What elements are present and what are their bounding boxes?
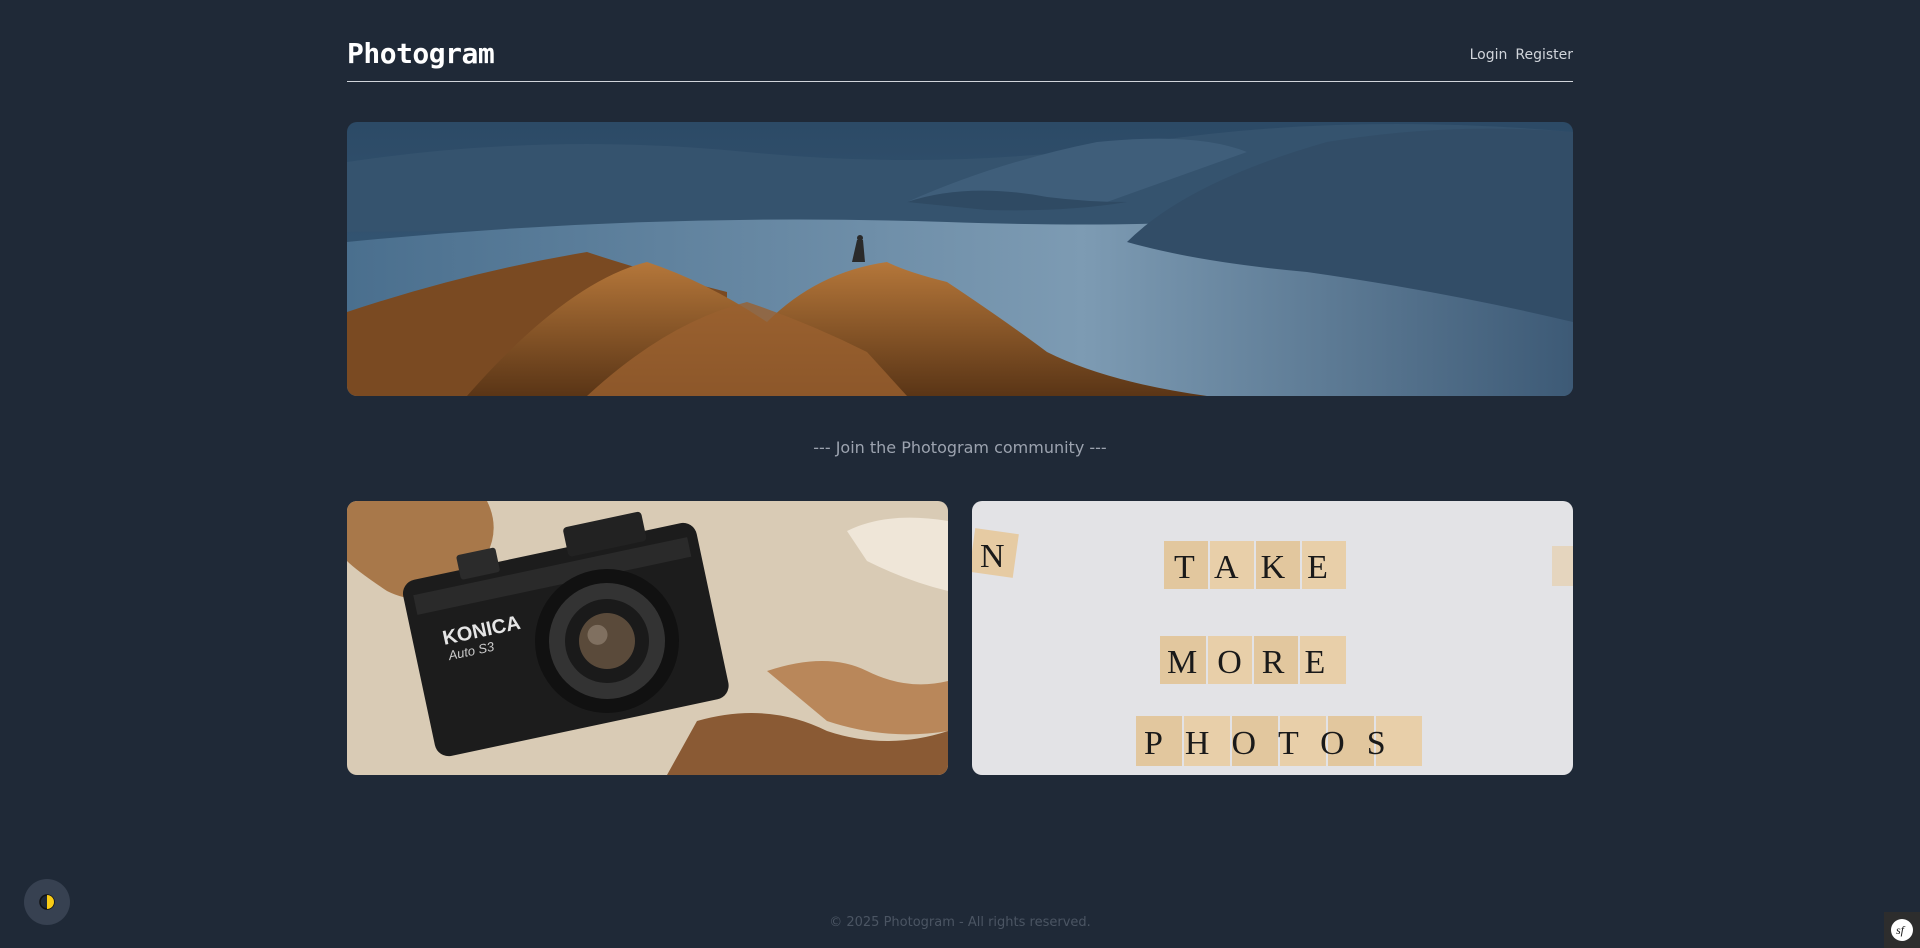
scrabble-photo-card[interactable]: N TAKE MORE PHOTOS bbox=[972, 501, 1573, 775]
site-footer: © 2025 Photogram - All rights reserved. bbox=[347, 915, 1573, 930]
community-tagline: --- Join the Photogram community --- bbox=[813, 438, 1107, 457]
camera-photo-card[interactable]: KONICA Auto S3 bbox=[347, 501, 948, 775]
register-link[interactable]: Register bbox=[1515, 47, 1573, 63]
symfony-icon: sf bbox=[1891, 919, 1913, 941]
symfony-debug-badge[interactable]: sf bbox=[1884, 912, 1920, 948]
tile-word-photos: PHOTOS bbox=[1144, 725, 1408, 762]
login-link[interactable]: Login bbox=[1470, 47, 1508, 63]
header-nav: Login Register bbox=[1470, 47, 1573, 63]
site-header: Photogram Login Register bbox=[347, 30, 1573, 82]
hero-image bbox=[347, 122, 1573, 396]
tile-word-more: MORE bbox=[1167, 644, 1345, 681]
half-moon-icon bbox=[39, 894, 55, 910]
tile-word-take: TAKE bbox=[1174, 549, 1350, 586]
edge-tile-letter: N bbox=[980, 538, 1005, 575]
theme-toggle-button[interactable] bbox=[24, 879, 70, 925]
site-logo[interactable]: Photogram bbox=[347, 37, 495, 70]
copyright-text: © 2025 Photogram - All rights reserved. bbox=[829, 915, 1091, 930]
